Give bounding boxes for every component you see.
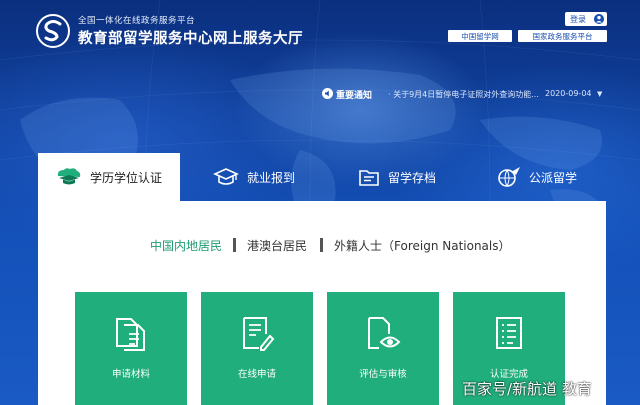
- category-divider: [320, 238, 323, 252]
- documents-icon: [116, 318, 145, 351]
- site-title[interactable]: 教育部留学服务中心网上服务大厅: [78, 27, 303, 48]
- tab-study-abroad-archive[interactable]: 留学存档: [358, 153, 436, 201]
- step-card-evaluation-review[interactable]: 评估与审核: [327, 292, 439, 405]
- document-eye-icon: [368, 317, 401, 349]
- tab-degree-certification[interactable]: 学历学位认证: [38, 153, 180, 201]
- form-edit-icon: [243, 317, 275, 351]
- user-icon: [594, 14, 604, 24]
- tab-label: 就业报到: [247, 170, 296, 185]
- login-button[interactable]: 登录: [565, 12, 607, 26]
- archive-folder-icon: [359, 170, 379, 186]
- step-label: 申请材料: [111, 369, 150, 380]
- tab-label: 学历学位认证: [90, 170, 163, 185]
- tab-government-sponsored[interactable]: 公派留学: [497, 153, 577, 201]
- site-subtitle: 全国一体化在线政务服务平台: [78, 16, 196, 26]
- tab-employment-registration[interactable]: 就业报到: [213, 153, 295, 201]
- site-logo-icon[interactable]: [36, 14, 70, 48]
- watermark-text: 百家号/新航道 教育: [462, 380, 592, 398]
- login-label: 登录: [570, 14, 586, 24]
- category-mainland-residents[interactable]: 中国内地居民: [150, 237, 222, 254]
- link-china-study-abroad[interactable]: 中国留学网: [448, 30, 512, 42]
- step-label: 在线申请: [237, 369, 276, 380]
- category-hk-macao-taiwan[interactable]: 港澳台居民: [247, 237, 307, 254]
- step-card-online-application[interactable]: 在线申请: [201, 292, 313, 405]
- globe-plane-icon: [498, 167, 520, 187]
- tab-label: 公派留学: [529, 170, 578, 185]
- step-card-application-materials[interactable]: 申请材料: [75, 292, 187, 405]
- checklist-icon: [496, 317, 522, 349]
- chevron-down-icon[interactable]: ▼: [597, 90, 602, 98]
- category-foreign-nationals[interactable]: 外籍人士（Foreign Nationals）: [334, 237, 511, 254]
- graduation-cap-icon: [57, 168, 81, 185]
- category-divider: [233, 238, 236, 252]
- link-national-gov-services[interactable]: 国家政务服务平台: [518, 30, 607, 42]
- notice-speaker-icon: [322, 88, 333, 99]
- notice-date: 2020-09-04: [545, 89, 592, 98]
- tab-label: 留学存档: [388, 170, 437, 185]
- mortarboard-icon: [213, 168, 239, 185]
- step-label: 评估与审核: [359, 369, 407, 380]
- notice-link[interactable]: · 关于9月4日暂停电子证照对外查询功能...: [388, 89, 539, 100]
- notice-label: 重要通知: [336, 91, 373, 101]
